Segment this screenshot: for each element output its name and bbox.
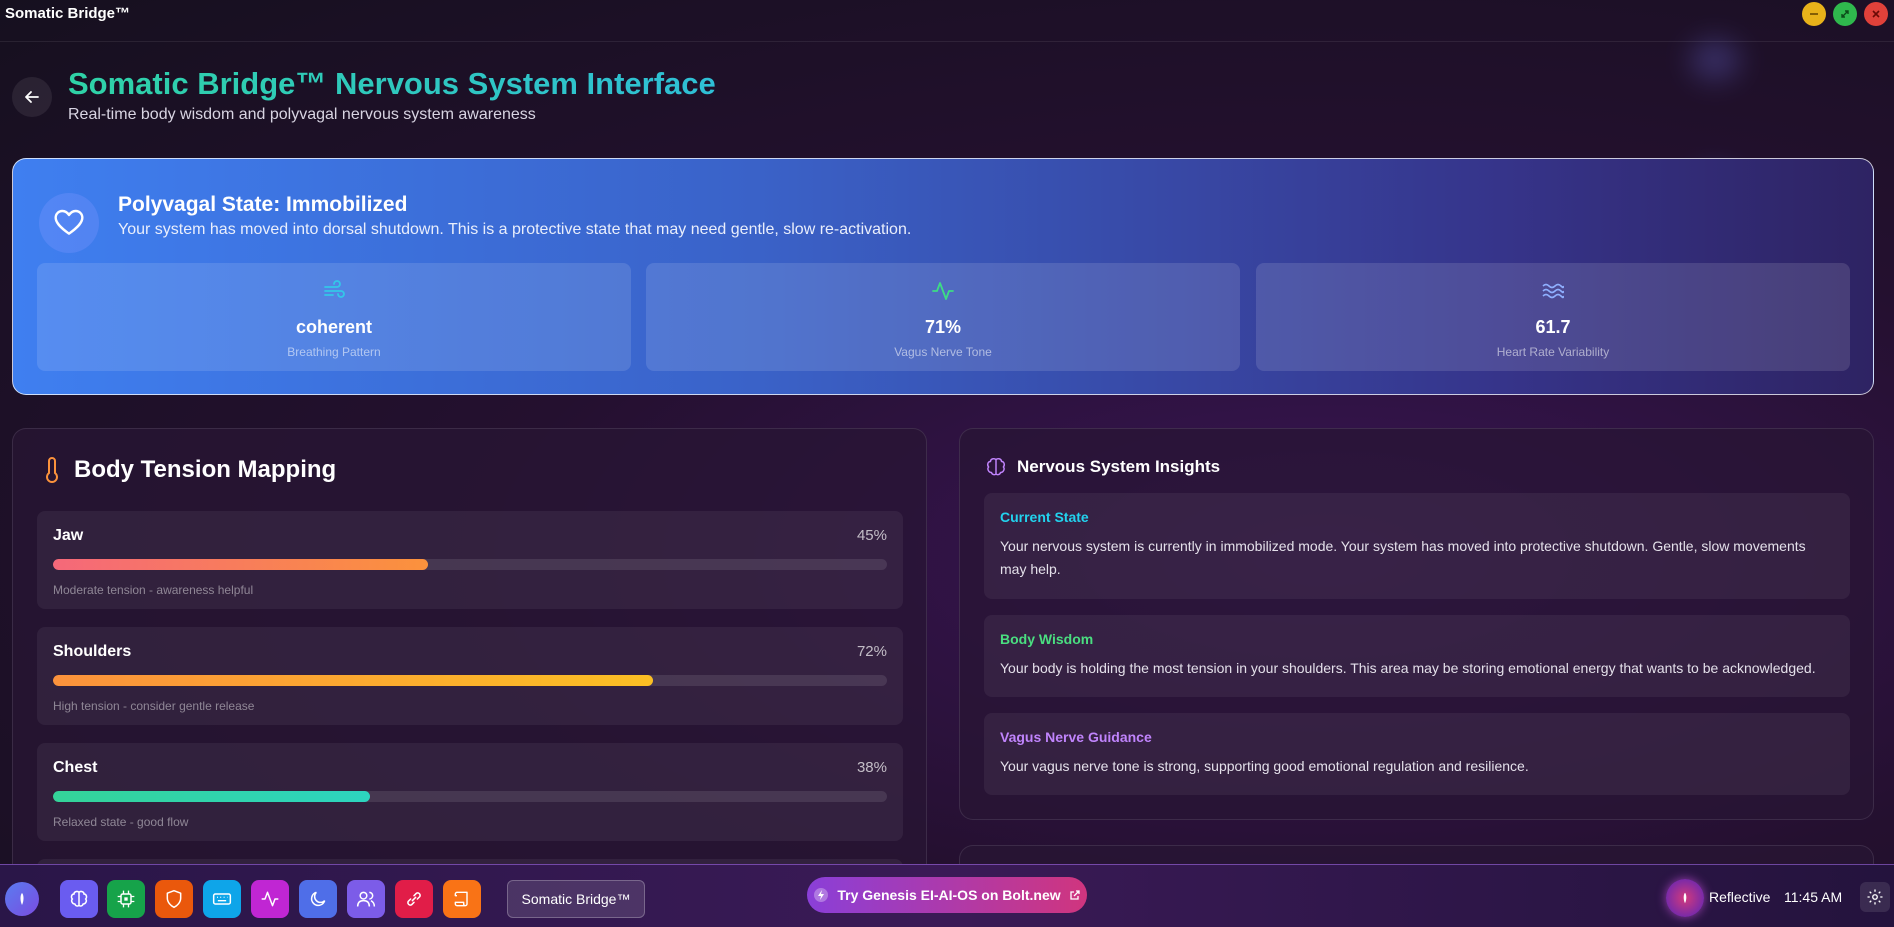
minimize-button[interactable] bbox=[1802, 2, 1826, 26]
mode-avatar[interactable] bbox=[1666, 879, 1704, 917]
heart-badge bbox=[39, 193, 99, 253]
metric-heart-rate-variability: 61.7 Heart Rate Variability bbox=[1256, 263, 1850, 371]
tension-bar-fill bbox=[53, 791, 370, 802]
thermometer-icon bbox=[46, 457, 58, 483]
waves-icon bbox=[1542, 283, 1565, 299]
back-button[interactable] bbox=[12, 77, 52, 117]
moon-icon bbox=[310, 891, 326, 907]
brain-icon bbox=[70, 890, 88, 907]
tension-percent: 45% bbox=[856, 527, 887, 544]
metric-breathing-pattern: coherent Breathing Pattern bbox=[37, 263, 631, 371]
tension-bar-fill bbox=[53, 559, 429, 570]
tension-bar-track bbox=[53, 559, 887, 570]
activity-icon bbox=[932, 282, 954, 300]
insight-title: Vagus Nerve Guidance bbox=[1000, 729, 1152, 745]
taskbar-app-shield[interactable] bbox=[155, 880, 193, 918]
insight-body-wisdom: Body Wisdom Your body is holding the mos… bbox=[984, 615, 1850, 697]
metric-label: Vagus Nerve Tone bbox=[894, 345, 992, 359]
bolt-icon bbox=[814, 888, 829, 902]
keyboard-icon bbox=[212, 893, 232, 905]
expand-icon bbox=[1841, 10, 1849, 18]
scroll-icon bbox=[454, 891, 468, 907]
insight-text: Your body is holding the most tension in… bbox=[1000, 660, 1816, 676]
activity-icon bbox=[261, 891, 279, 907]
state-title: Polyvagal State: Immobilized bbox=[118, 193, 408, 216]
insight-current-state: Current State Your nervous system is cur… bbox=[984, 493, 1850, 599]
promo-label: Try Genesis EI-AI-OS on Bolt.new bbox=[837, 887, 1061, 903]
metric-label: Heart Rate Variability bbox=[1496, 345, 1610, 359]
tension-bar-fill bbox=[53, 675, 654, 686]
metric-value: 61.7 bbox=[1535, 317, 1571, 337]
tension-note: High tension - consider gentle release bbox=[53, 699, 255, 713]
tension-note: Moderate tension - awareness helpful bbox=[53, 583, 254, 597]
taskbar-app-brain[interactable] bbox=[60, 880, 98, 918]
metric-value: coherent bbox=[295, 317, 373, 337]
page-title: Somatic Bridge™ Nervous System Interface bbox=[68, 66, 716, 101]
tension-item-jaw: Jaw 45% Moderate tension - awareness hel… bbox=[37, 511, 903, 609]
tension-percent: 38% bbox=[856, 759, 887, 776]
taskbar-app-chip[interactable] bbox=[107, 880, 145, 918]
tension-name: Chest bbox=[53, 759, 98, 776]
clock: 11:45 AM bbox=[1784, 889, 1843, 905]
close-button[interactable] bbox=[1864, 2, 1888, 26]
heart-icon bbox=[54, 209, 84, 235]
insight-title: Body Wisdom bbox=[1000, 631, 1094, 647]
tension-item-chest: Chest 38% Relaxed state - good flow bbox=[37, 743, 903, 841]
shield-icon bbox=[166, 889, 182, 909]
tension-percent: 72% bbox=[856, 643, 887, 660]
body-tension-panel: Body Tension Mapping Jaw 45% Moderate te… bbox=[12, 428, 927, 899]
taskbar-app-keyboard[interactable] bbox=[203, 880, 241, 918]
page-subtitle: Real-time body wisdom and polyvagal nerv… bbox=[68, 106, 536, 123]
start-button[interactable] bbox=[5, 882, 39, 916]
settings-button[interactable] bbox=[1860, 882, 1890, 912]
taskbar: Somatic Bridge™ Try Genesis EI-AI-OS on … bbox=[0, 864, 1894, 927]
tension-name: Shoulders bbox=[53, 643, 132, 660]
tension-bar-track bbox=[53, 791, 887, 802]
background-glow bbox=[1690, 40, 1740, 80]
taskbar-app-users[interactable] bbox=[347, 880, 385, 918]
promo-link[interactable]: Try Genesis EI-AI-OS on Bolt.new bbox=[807, 877, 1087, 913]
polyvagal-state-card: Polyvagal State: Immobilized Your system… bbox=[12, 158, 1874, 395]
window-titlebar: Somatic Bridge™ bbox=[0, 0, 1894, 42]
insight-text: Your nervous system is currently in immo… bbox=[1000, 538, 1806, 577]
tension-note: Relaxed state - good flow bbox=[53, 815, 189, 829]
brain-icon bbox=[986, 457, 1006, 476]
external-link-icon bbox=[1069, 890, 1080, 900]
state-description: Your system has moved into dorsal shutdo… bbox=[118, 221, 912, 238]
wind-icon bbox=[324, 280, 345, 298]
tension-bar-track bbox=[53, 675, 887, 686]
metric-value: 71% bbox=[924, 317, 962, 337]
maximize-button[interactable] bbox=[1833, 2, 1857, 26]
tension-name: Jaw bbox=[53, 527, 84, 544]
arrow-left-icon bbox=[25, 91, 39, 103]
link-icon bbox=[407, 892, 421, 906]
taskbar-app-scroll[interactable] bbox=[443, 880, 481, 918]
insights-panel: Nervous System Insights Current State Yo… bbox=[959, 428, 1874, 820]
taskbar-app-activity[interactable] bbox=[251, 880, 289, 918]
insight-text: Your vagus nerve tone is strong, support… bbox=[1000, 758, 1529, 774]
insight-title: Current State bbox=[1000, 509, 1089, 525]
tension-title: Body Tension Mapping bbox=[74, 456, 337, 483]
metric-label: Breathing Pattern bbox=[287, 345, 381, 359]
tension-item-shoulders: Shoulders 72% High tension - consider ge… bbox=[37, 627, 903, 725]
metric-vagus-nerve-tone: 71% Vagus Nerve Tone bbox=[646, 263, 1240, 371]
feather-icon bbox=[1683, 892, 1687, 904]
taskbar-app-link[interactable] bbox=[395, 880, 433, 918]
taskbar-app-moon[interactable] bbox=[299, 880, 337, 918]
chip-icon bbox=[117, 890, 135, 908]
insights-title: Nervous System Insights bbox=[1017, 457, 1221, 476]
users-icon bbox=[356, 891, 376, 907]
close-icon bbox=[1872, 10, 1880, 18]
feather-icon bbox=[20, 893, 24, 905]
gear-icon bbox=[1867, 889, 1883, 905]
window-title: Somatic Bridge™ bbox=[5, 5, 131, 22]
insight-vagus-guidance: Vagus Nerve Guidance Your vagus nerve to… bbox=[984, 713, 1850, 795]
minimize-icon bbox=[1810, 13, 1818, 15]
taskbar-active-app[interactable]: Somatic Bridge™ bbox=[507, 880, 645, 918]
mode-label: Reflective bbox=[1709, 889, 1771, 905]
